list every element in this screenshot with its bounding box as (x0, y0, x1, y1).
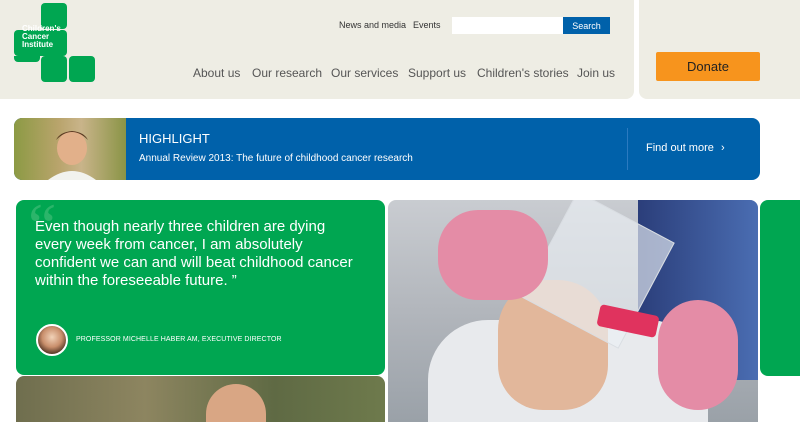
events-link[interactable]: Events (413, 20, 441, 30)
quote-text: Even though nearly three children are dy… (35, 218, 353, 289)
logo-text: Children's Cancer Institute (22, 25, 72, 49)
site-logo[interactable]: Children's Cancer Institute (14, 3, 96, 83)
header: Children's Cancer Institute News and med… (0, 0, 634, 99)
find-out-more-label: Find out more (646, 142, 714, 154)
photo-glove-left (438, 210, 548, 300)
header-donate-panel (639, 0, 800, 99)
child-outdoor-photo[interactable] (16, 376, 385, 422)
quote-attribution: PROFESSOR MICHELLE HABER AM, EXECUTIVE D… (76, 336, 282, 343)
highlight-banner[interactable]: HIGHLIGHT Annual Review 2013: The future… (14, 118, 760, 180)
nav-our-research[interactable]: Our research (252, 66, 322, 80)
find-out-more-link[interactable]: Find out more › (646, 142, 725, 154)
photo-glove-right (658, 300, 738, 410)
banner-title: HIGHLIGHT (139, 131, 210, 146)
search-button[interactable]: Search (563, 17, 610, 34)
logo-square (41, 56, 67, 82)
avatar (36, 324, 68, 356)
logo-line: Institute (22, 40, 54, 49)
nav-about-us[interactable]: About us (193, 66, 240, 80)
news-and-media-link[interactable]: News and media (339, 20, 406, 30)
nav-our-services[interactable]: Our services (331, 66, 398, 80)
banner-subtitle[interactable]: Annual Review 2013: The future of childh… (139, 153, 413, 164)
nav-support-us[interactable]: Support us (408, 66, 466, 80)
logo-square (69, 56, 95, 82)
photo-child (206, 384, 266, 422)
banner-child-photo (14, 118, 126, 180)
quote-card: “ Even though nearly three children are … (16, 200, 385, 375)
search-input[interactable] (452, 17, 563, 34)
logo-square (14, 56, 40, 62)
banner-divider (627, 128, 628, 170)
next-card-edge[interactable] (760, 200, 800, 376)
chevron-right-icon: › (720, 142, 725, 154)
child-portrait-icon (48, 131, 96, 180)
nav-childrens-stories[interactable]: Children's stories (477, 66, 569, 80)
scientist-photo[interactable] (388, 200, 758, 422)
donate-button[interactable]: Donate (656, 52, 760, 81)
nav-join-us[interactable]: Join us (577, 66, 615, 80)
